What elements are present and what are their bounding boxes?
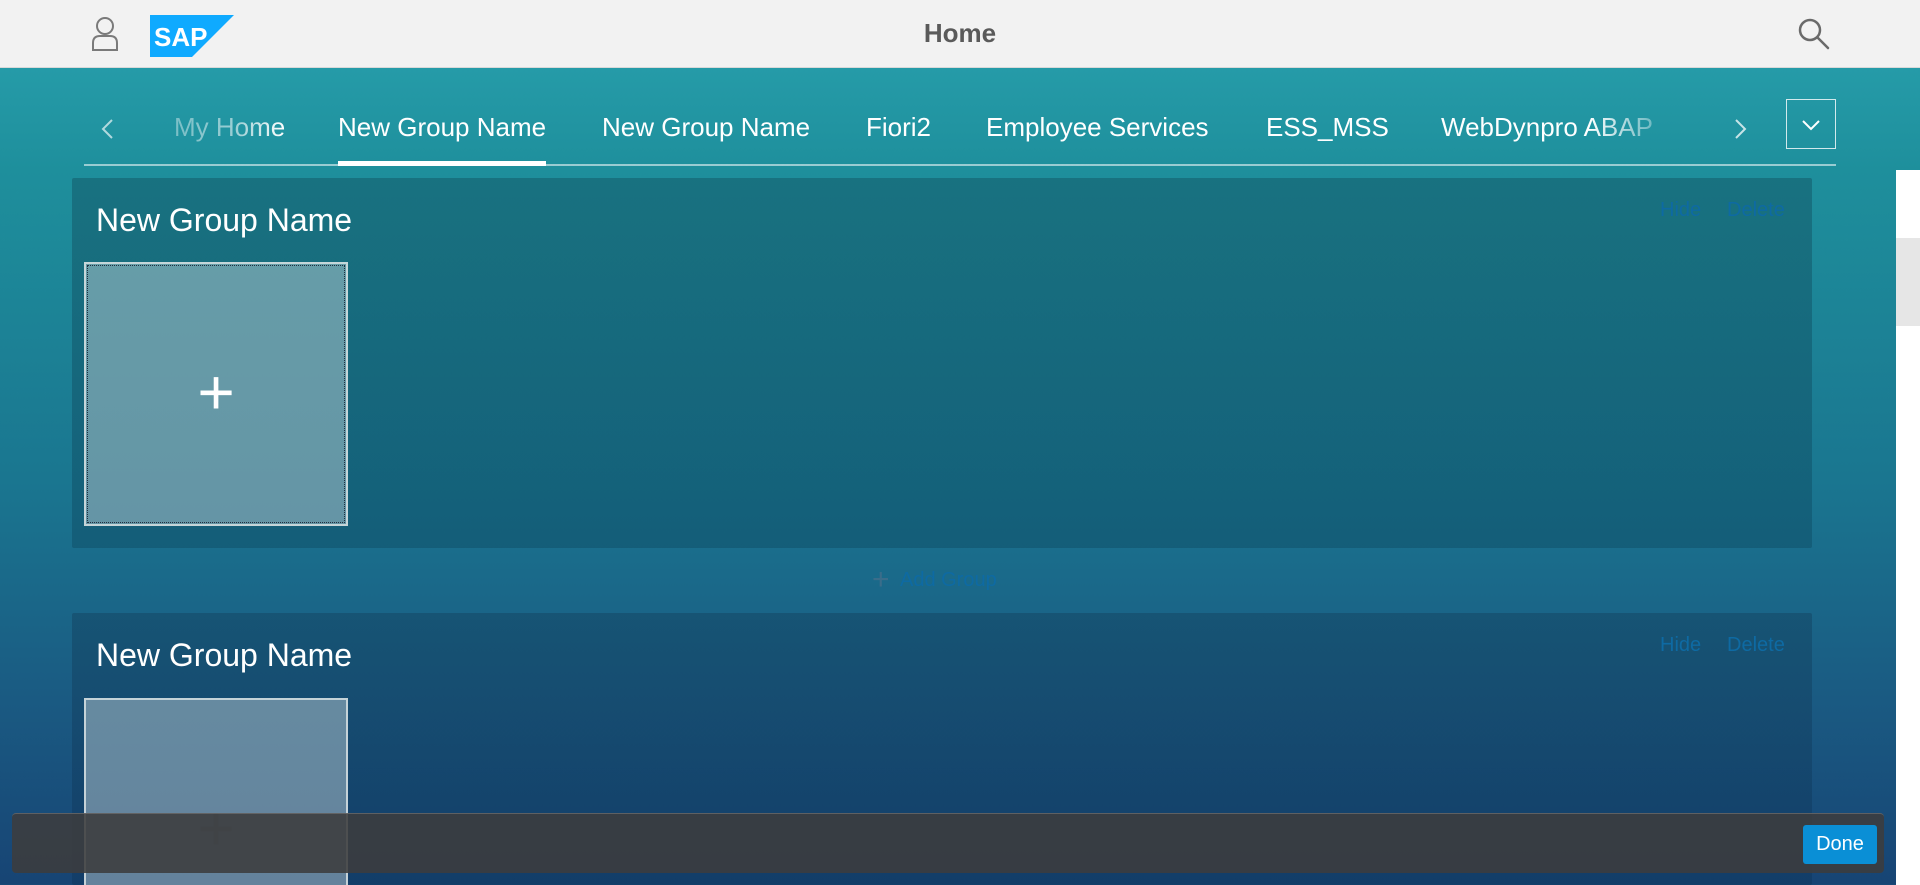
tile-group: New Group Name Hide Delete + [72, 178, 1812, 548]
tab-ess-mss[interactable]: ESS_MSS [1266, 112, 1389, 152]
done-button[interactable]: Done [1803, 825, 1877, 864]
page-title: Home [923, 18, 997, 48]
tab-label: ESS_MSS [1266, 112, 1389, 142]
tab-label: New Group Name [338, 112, 547, 142]
add-group-label: Add Group [899, 568, 997, 591]
delete-group-button[interactable]: Delete [1727, 634, 1785, 657]
add-tile-button[interactable]: + [84, 262, 348, 526]
anchor-bar-divider [84, 164, 1836, 166]
tab-label: New Group Name [602, 112, 811, 142]
tab-new-group-name-2[interactable]: New Group Name [602, 112, 810, 152]
tab-my-home[interactable]: My Home [174, 112, 285, 152]
tab-label: My Home [174, 112, 286, 142]
tab-label: Fiori2 [866, 112, 932, 142]
tab-employee-services[interactable]: Employee Services [986, 112, 1209, 152]
tab-label: WebDynpro ABAP [1441, 112, 1653, 142]
hide-group-button[interactable]: Hide [1660, 199, 1701, 222]
edit-mode-footer: Done [12, 813, 1884, 873]
tab-fiori2[interactable]: Fiori2 [866, 112, 931, 152]
tab-overflow-button[interactable] [1786, 99, 1836, 149]
scrollbar-thumb[interactable] [1896, 238, 1920, 326]
chevron-left-icon[interactable] [93, 112, 123, 146]
search-icon[interactable] [1797, 17, 1831, 51]
plus-icon: + [872, 563, 890, 596]
tab-new-group-name-1[interactable]: New Group Name [338, 112, 547, 166]
group-title[interactable]: New Group Name [96, 202, 352, 239]
tab-label: Employee Services [986, 112, 1209, 142]
hide-group-button[interactable]: Hide [1660, 634, 1701, 657]
chevron-right-icon[interactable] [1725, 112, 1755, 146]
shell-header: SAP Home [0, 0, 1920, 68]
plus-icon: + [197, 356, 235, 428]
group-title[interactable]: New Group Name [96, 637, 352, 674]
add-group-button[interactable]: + Add Group [872, 565, 997, 595]
chevron-down-icon [1802, 120, 1820, 131]
delete-group-button[interactable]: Delete [1727, 199, 1785, 222]
tab-webdynpro-abap[interactable]: WebDynpro ABAP [1441, 112, 1653, 152]
